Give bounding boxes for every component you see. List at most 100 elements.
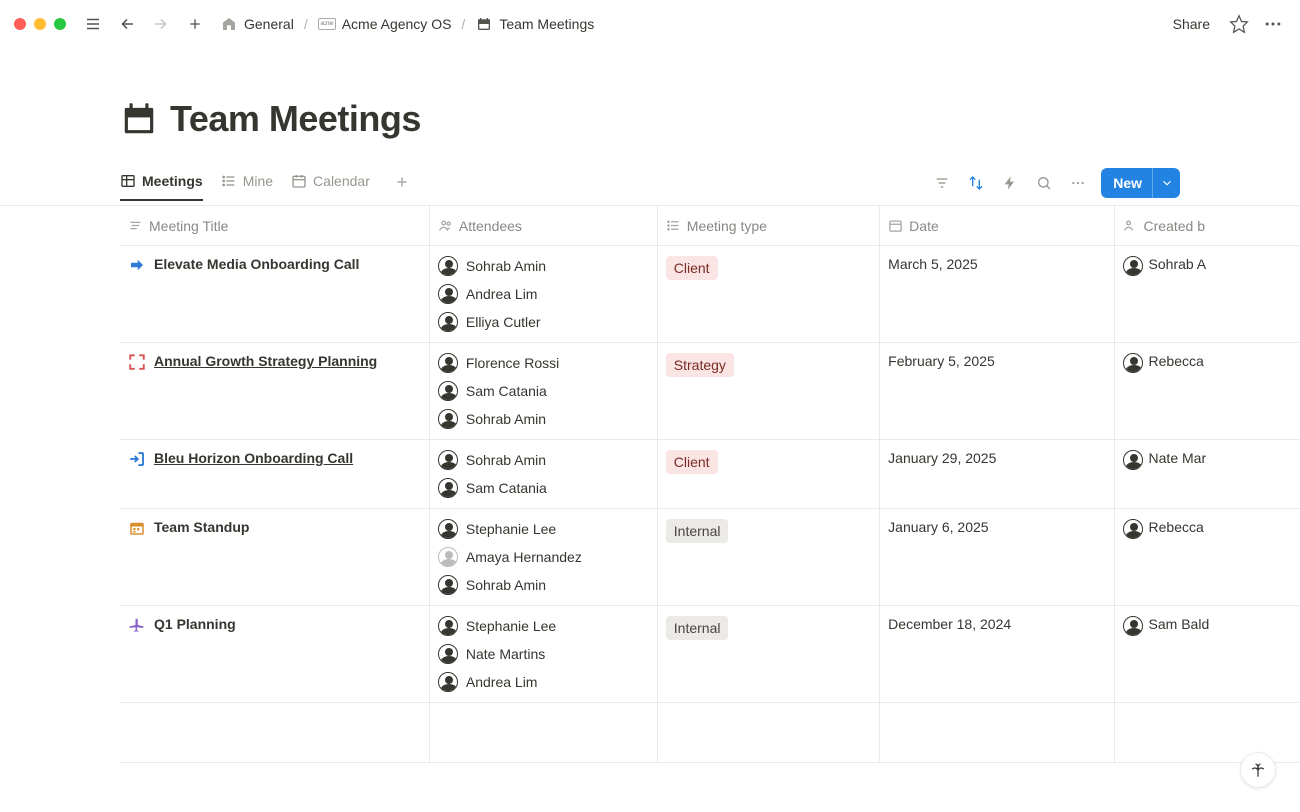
date-value: January 29, 2025 — [888, 450, 1105, 466]
more-options-icon[interactable] — [1067, 172, 1089, 194]
flash-icon[interactable] — [999, 172, 1021, 194]
column-date[interactable]: Date — [880, 206, 1114, 245]
cell-attendees[interactable]: Sohrab Amin Sam Catania — [430, 440, 658, 508]
attendee: Sam Catania — [438, 381, 649, 401]
attendee: Elliya Cutler — [438, 312, 649, 332]
attendee-name: Sohrab Amin — [466, 258, 546, 274]
breadcrumb-separator: / — [461, 16, 465, 32]
cell-meeting-title[interactable]: Bleu Horizon Onboarding Call — [120, 440, 430, 508]
close-window[interactable] — [14, 18, 26, 30]
table-row[interactable]: Bleu Horizon Onboarding CallSohrab AminS… — [120, 440, 1300, 509]
row-title-text: Bleu Horizon Onboarding Call — [154, 450, 353, 466]
cell-attendees[interactable]: Sohrab AminAndrea LimElliya Cutler — [430, 246, 658, 342]
table-row[interactable]: Team Standup Stephanie Lee Amaya Hernandez… — [120, 509, 1300, 606]
creator-name: Sohrab A — [1149, 256, 1207, 272]
page-header: Team Meetings — [0, 48, 1300, 140]
avatar — [1123, 519, 1143, 539]
row-title-text: Team Standup — [154, 519, 249, 535]
avatar — [1123, 256, 1143, 276]
add-view-button[interactable] — [392, 177, 412, 197]
attendee: Sohrab Amin — [438, 450, 649, 470]
breadcrumb-team-meetings[interactable]: Team Meetings — [471, 13, 598, 35]
cell-date[interactable]: January 29, 2025 — [880, 440, 1114, 508]
list-icon — [666, 218, 681, 233]
calendar-icon — [888, 218, 903, 233]
cell-meeting-type[interactable]: Strategy — [658, 343, 880, 439]
cell-date[interactable]: January 6, 2025 — [880, 509, 1114, 605]
cell-attendees[interactable]: Stephanie LeeAmaya HernandezSohrab Amin — [430, 509, 658, 605]
avatar — [438, 644, 458, 664]
cell-created-by[interactable]: Rebecca — [1115, 343, 1300, 439]
breadcrumb-acme[interactable]: acme Acme Agency OS — [314, 13, 456, 35]
attendee: Stephanie Lee — [438, 616, 649, 636]
cell-date[interactable]: December 18, 2024 — [880, 606, 1114, 702]
cell-created-by[interactable]: Sohrab A — [1115, 246, 1300, 342]
column-meeting-title[interactable]: Meeting Title — [120, 206, 430, 245]
avatar — [438, 409, 458, 429]
column-label: Date — [909, 218, 939, 234]
attendee: Amaya Hernandez — [438, 547, 649, 567]
cell-meeting-type[interactable]: Client — [658, 246, 880, 342]
sort-icon[interactable] — [965, 172, 987, 194]
cell-meeting-type[interactable]: Internal — [658, 509, 880, 605]
cell-created-by[interactable]: Nate Mar — [1115, 440, 1300, 508]
cell-created-by[interactable]: Rebecca — [1115, 509, 1300, 605]
column-created-by[interactable]: Created b — [1115, 206, 1300, 245]
type-tag: Internal — [666, 616, 729, 640]
avatar — [438, 284, 458, 304]
table-row[interactable]: Annual Growth Strategy PlanningFlorence … — [120, 343, 1300, 440]
table-row[interactable]: Q1 Planning Stephanie LeeNate MartinsAndr… — [120, 606, 1300, 703]
cell-attendees[interactable]: Florence RossiSam CataniaSohrab Amin — [430, 343, 658, 439]
cell-meeting-type[interactable]: Internal — [658, 606, 880, 702]
avatar — [438, 616, 458, 636]
forward-icon — [148, 11, 174, 37]
new-button[interactable]: New — [1101, 168, 1180, 198]
minimize-window[interactable] — [34, 18, 46, 30]
window-controls — [14, 18, 66, 30]
attendee: Sam Catania — [438, 478, 649, 498]
column-label: Attendees — [459, 218, 522, 234]
people-icon — [1123, 218, 1138, 233]
cell-date[interactable]: March 5, 2025 — [880, 246, 1114, 342]
login-icon — [128, 450, 146, 468]
cell-meeting-title[interactable]: Elevate Media Onboarding Call — [120, 246, 430, 342]
cell-meeting-title[interactable]: Q1 Planning — [120, 606, 430, 702]
row-title-text: Q1 Planning — [154, 616, 236, 632]
search-icon[interactable] — [1033, 172, 1055, 194]
cell-attendees[interactable]: Stephanie LeeNate MartinsAndrea Lim — [430, 606, 658, 702]
column-label: Meeting Title — [149, 218, 228, 234]
attendee-name: Sam Catania — [466, 480, 547, 496]
maximize-window[interactable] — [54, 18, 66, 30]
star-icon[interactable] — [1226, 11, 1252, 37]
avatar — [1123, 616, 1143, 636]
cell-created-by[interactable]: Sam Bald — [1115, 606, 1300, 702]
column-meeting-type[interactable]: Meeting type — [658, 206, 880, 245]
table-row[interactable]: Elevate Media Onboarding Call Sohrab Amin… — [120, 246, 1300, 343]
new-tab-icon[interactable] — [182, 11, 208, 37]
tab-label: Calendar — [313, 173, 370, 189]
cell-meeting-type[interactable]: Client — [658, 440, 880, 508]
back-icon[interactable] — [114, 11, 140, 37]
attendee-name: Sohrab Amin — [466, 452, 546, 468]
attendee: Stephanie Lee — [438, 519, 649, 539]
cell-meeting-title[interactable]: Team Standup — [120, 509, 430, 605]
attendee-name: Stephanie Lee — [466, 618, 556, 634]
empty-row[interactable] — [120, 703, 1300, 763]
tab-calendar[interactable]: Calendar — [291, 173, 370, 201]
share-button[interactable]: Share — [1165, 12, 1218, 36]
type-tag: Client — [666, 450, 718, 474]
row-title-text: Elevate Media Onboarding Call — [154, 256, 359, 272]
tab-mine[interactable]: Mine — [221, 173, 273, 201]
filter-icon[interactable] — [931, 172, 953, 194]
avatar — [1123, 353, 1143, 373]
chevron-down-icon[interactable] — [1152, 168, 1180, 198]
column-attendees[interactable]: Attendees — [430, 206, 658, 245]
cell-date[interactable]: February 5, 2025 — [880, 343, 1114, 439]
view-tabs: Meetings Mine Calendar — [120, 173, 412, 200]
hamburger-icon[interactable] — [80, 11, 106, 37]
cell-meeting-title[interactable]: Annual Growth Strategy Planning — [120, 343, 430, 439]
more-icon[interactable] — [1260, 11, 1286, 37]
tab-meetings[interactable]: Meetings — [120, 173, 203, 201]
breadcrumb-general[interactable]: General — [216, 13, 298, 35]
help-button[interactable] — [1240, 752, 1276, 788]
